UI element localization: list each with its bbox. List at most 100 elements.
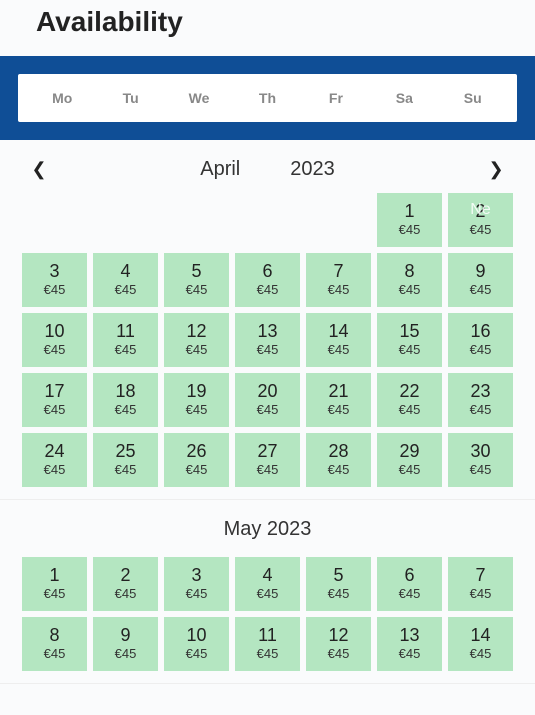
day-cell[interactable]: 14€45 [448,617,513,671]
day-number: 20 [257,382,277,402]
day-price: €45 [399,342,421,358]
day-price: €45 [257,342,279,358]
month-label: April2023 [52,158,483,181]
day-cell[interactable]: 3€45 [164,557,229,611]
day-price: €45 [470,342,492,358]
day-cell[interactable]: 17€45 [22,373,87,427]
chevron-left-icon: ❮ [31,159,46,179]
day-cell[interactable]: 6€45 [235,253,300,307]
day-cell[interactable]: 23€45 [448,373,513,427]
day-number: 29 [399,442,419,462]
day-price: €45 [115,282,137,298]
day-price: €45 [44,342,66,358]
day-cell[interactable]: 27€45 [235,433,300,487]
day-price: €45 [44,282,66,298]
day-price: €45 [186,586,208,602]
day-cell[interactable]: 8€45 [22,617,87,671]
day-number: 14 [470,626,490,646]
day-cell[interactable]: 9€45 [448,253,513,307]
day-number: 5 [191,262,201,282]
day-number: 14 [328,322,348,342]
day-price: €45 [44,462,66,478]
month-name: April [200,158,240,181]
day-cell[interactable]: 12€45 [306,617,371,671]
chevron-right-icon: ❯ [488,159,503,179]
weekday-label: Fr [302,90,370,106]
day-number: 15 [399,322,419,342]
day-cell[interactable]: 16€45 [448,313,513,367]
day-number: 24 [44,442,64,462]
day-price: €45 [115,462,137,478]
day-cell[interactable]: 13€45 [235,313,300,367]
day-cell[interactable]: 5€45 [164,253,229,307]
day-price: €45 [399,586,421,602]
day-cell[interactable]: 21€45 [306,373,371,427]
day-cell[interactable]: 9€45 [93,617,158,671]
day-number: 21 [328,382,348,402]
day-cell[interactable]: 13€45 [377,617,442,671]
day-price: €45 [257,586,279,602]
day-price: €45 [470,586,492,602]
day-cell[interactable]: 7€45 [448,557,513,611]
empty-cell [235,193,300,247]
day-number: 23 [470,382,490,402]
prev-month-button[interactable]: ❮ [26,159,52,180]
day-cell[interactable]: 30€45 [448,433,513,487]
day-cell[interactable]: 12€45 [164,313,229,367]
day-cell[interactable]: 2€45 [93,557,158,611]
day-number: 2 [475,202,485,222]
day-cell[interactable]: 6€45 [377,557,442,611]
day-number: 10 [186,626,206,646]
day-price: €45 [257,646,279,662]
day-cell[interactable]: 28€45 [306,433,371,487]
day-number: 8 [404,262,414,282]
day-price: €45 [186,342,208,358]
day-price: €45 [44,402,66,418]
day-cell[interactable]: 15€45 [377,313,442,367]
day-number: 9 [120,626,130,646]
day-number: 3 [191,566,201,586]
day-price: €45 [115,342,137,358]
day-cell[interactable]: 5€45 [306,557,371,611]
day-cell[interactable]: 22€45 [377,373,442,427]
month-nav-bar: ❮ April2023❯ [22,150,513,193]
day-price: €45 [399,402,421,418]
day-cell[interactable]: 20€45 [235,373,300,427]
day-cell[interactable]: 2€45Ne [448,193,513,247]
weekday-label: Sa [370,90,438,106]
day-number: 30 [470,442,490,462]
day-cell[interactable]: 19€45 [164,373,229,427]
day-number: 3 [49,262,59,282]
day-cell[interactable]: 7€45 [306,253,371,307]
day-number: 17 [44,382,64,402]
day-cell[interactable]: 24€45 [22,433,87,487]
day-number: 4 [262,566,272,586]
day-price: €45 [115,586,137,602]
day-cell[interactable]: 18€45 [93,373,158,427]
day-number: 11 [258,626,277,646]
weekday-label: Th [233,90,301,106]
day-cell[interactable]: 11€45 [93,313,158,367]
day-number: 6 [404,566,414,586]
day-cell[interactable]: 8€45 [377,253,442,307]
next-month-button[interactable]: ❯ [483,159,509,180]
day-price: €45 [115,646,137,662]
day-cell[interactable]: 1€45 [22,557,87,611]
day-cell[interactable]: 10€45 [22,313,87,367]
day-price: €45 [328,342,350,358]
day-price: €45 [186,402,208,418]
day-price: €45 [186,282,208,298]
day-cell[interactable]: 26€45 [164,433,229,487]
day-cell[interactable]: 29€45 [377,433,442,487]
day-price: €45 [399,282,421,298]
day-cell[interactable]: 4€45 [235,557,300,611]
day-cell[interactable]: 25€45 [93,433,158,487]
day-cell[interactable]: 10€45 [164,617,229,671]
day-cell[interactable]: 3€45 [22,253,87,307]
day-cell[interactable]: 14€45 [306,313,371,367]
day-cell[interactable]: 4€45 [93,253,158,307]
day-cell[interactable]: 1€45 [377,193,442,247]
day-cell[interactable]: 11€45 [235,617,300,671]
day-price: €45 [470,462,492,478]
day-price: €45 [399,462,421,478]
